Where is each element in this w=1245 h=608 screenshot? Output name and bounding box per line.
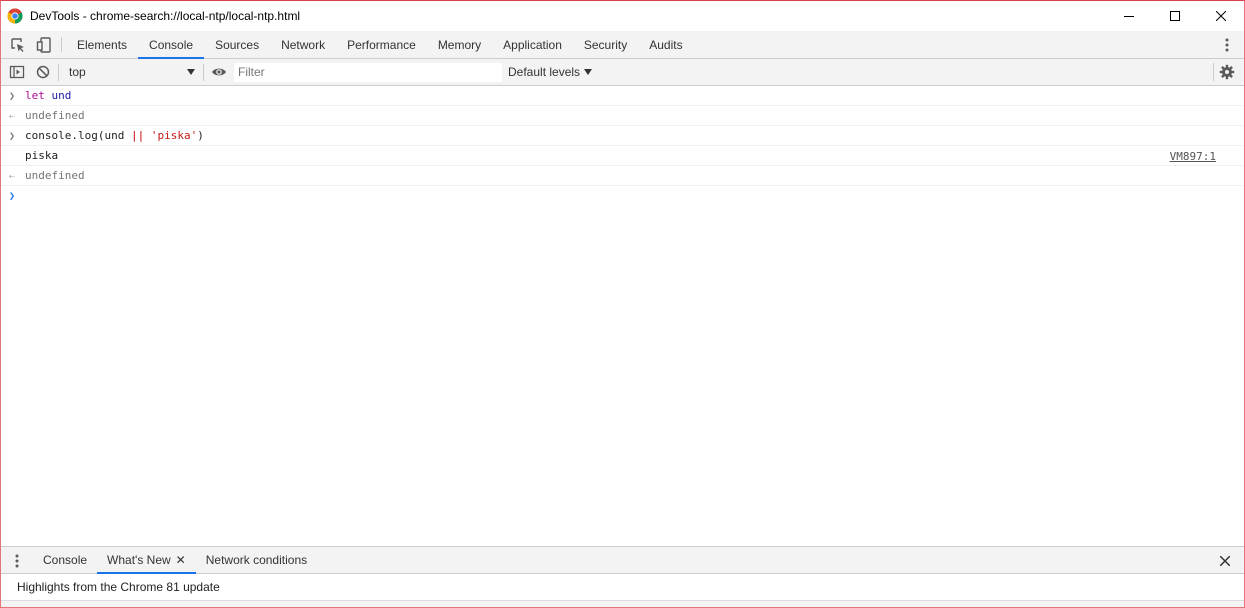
devtools-window: DevTools - chrome-search://local-ntp/loc…: [0, 0, 1245, 608]
console-prompt[interactable]: ❯: [1, 186, 1244, 206]
minimize-icon: [1124, 16, 1134, 17]
dropdown-arrow-icon: [584, 69, 593, 75]
inspect-element-icon: [11, 37, 24, 52]
code-token: und: [51, 89, 72, 102]
prompt-chevron-icon: ❯: [9, 190, 16, 202]
console-result-row: ⇠ undefined: [1, 166, 1244, 186]
tab-label: Audits: [649, 37, 683, 52]
code-token: 'piska': [150, 129, 198, 142]
close-window-button[interactable]: [1198, 1, 1244, 31]
console-toolbar: top Default levels: [1, 59, 1244, 86]
tab-memory[interactable]: Memory: [427, 31, 492, 58]
tab-label: Network: [281, 37, 326, 52]
console-result-row: ⇠ undefined: [1, 106, 1244, 126]
result-arrow-icon: ⇠: [9, 110, 16, 122]
close-tab-icon[interactable]: ✕: [176, 553, 186, 567]
log-levels-label: Default levels: [508, 65, 581, 79]
window-controls: [1106, 1, 1244, 31]
toolbar-divider: [61, 37, 62, 52]
clear-console-icon: [36, 65, 50, 79]
result-value: undefined: [25, 169, 85, 182]
context-value: top: [69, 65, 86, 79]
code-token: let: [25, 89, 45, 102]
input-chevron-icon: ❯: [9, 90, 16, 102]
tab-label: Console: [149, 37, 194, 52]
more-options-button[interactable]: [1214, 31, 1240, 58]
drawer-scroll-edge: [1, 600, 1244, 607]
code-token: ||: [130, 129, 145, 142]
show-sidebar-button[interactable]: [4, 59, 30, 86]
device-toggle-icon: [36, 36, 51, 53]
title-bar: DevTools - chrome-search://local-ntp/loc…: [1, 1, 1244, 31]
dropdown-arrow-icon: [187, 69, 195, 75]
tab-security[interactable]: Security: [573, 31, 638, 58]
maximize-button[interactable]: [1152, 1, 1198, 31]
console-log-row: piska VM897:1: [1, 146, 1244, 166]
maximize-icon: [1170, 11, 1180, 21]
log-text: piska: [25, 149, 59, 162]
close-icon: [1220, 555, 1230, 566]
device-toolbar-button[interactable]: [31, 31, 57, 58]
console-settings-button[interactable]: [1214, 59, 1240, 85]
drawer-menu-button[interactable]: [1, 547, 33, 574]
drawer-tab-console[interactable]: Console: [33, 547, 97, 573]
inspect-element-button[interactable]: [5, 31, 31, 58]
gear-icon: [1219, 64, 1235, 80]
toolbar-divider: [58, 63, 59, 81]
tab-console[interactable]: Console: [138, 31, 205, 59]
tab-network[interactable]: Network: [270, 31, 336, 58]
chrome-icon: [7, 8, 23, 24]
result-value: undefined: [25, 109, 85, 122]
console-input-row: ❯ console.log(und || 'piska'): [1, 126, 1244, 146]
context-selector[interactable]: top: [61, 62, 201, 82]
tab-label: Performance: [347, 37, 416, 52]
tab-label: Application: [503, 37, 562, 52]
code-token: ): [197, 129, 204, 142]
drawer-tab-network-conditions[interactable]: Network conditions: [196, 547, 317, 573]
log-levels-dropdown[interactable]: Default levels: [508, 65, 593, 79]
input-chevron-icon: ❯: [9, 130, 16, 142]
vertical-dots-icon: [15, 554, 19, 567]
tab-elements[interactable]: Elements: [66, 31, 138, 58]
close-icon: [1216, 11, 1226, 21]
vertical-dots-icon: [1225, 38, 1229, 51]
main-toolbar: Elements Console Sources Network Perform…: [1, 31, 1244, 59]
close-drawer-button[interactable]: [1212, 547, 1238, 574]
source-link[interactable]: VM897:1: [1170, 146, 1216, 166]
clear-console-button[interactable]: [30, 59, 56, 86]
filter-input[interactable]: [234, 62, 502, 82]
whats-new-headline: Highlights from the Chrome 81 update: [17, 580, 220, 594]
minimize-button[interactable]: [1106, 1, 1152, 31]
live-expression-button[interactable]: [206, 59, 232, 86]
code-token: console.log(und: [25, 129, 131, 142]
toolbar-divider: [203, 63, 204, 81]
tab-performance[interactable]: Performance: [336, 31, 427, 58]
tab-sources[interactable]: Sources: [204, 31, 270, 58]
result-arrow-icon: ⇠: [9, 170, 16, 182]
drawer-toolbar: Console What's New ✕ Network conditions: [1, 546, 1244, 574]
tab-label: Elements: [77, 37, 128, 52]
tab-label: Sources: [215, 37, 260, 52]
whats-new-panel: Highlights from the Chrome 81 update: [1, 574, 1244, 600]
sidebar-toggle-icon: [9, 65, 25, 79]
eye-icon: [212, 68, 226, 76]
window-title: DevTools - chrome-search://local-ntp/loc…: [30, 9, 301, 23]
tab-audits[interactable]: Audits: [638, 31, 693, 58]
console-output[interactable]: ❯ let und ⇠ undefined ❯ console.log(und …: [1, 86, 1244, 546]
tab-label: Memory: [437, 37, 482, 52]
drawer-tab-whats-new[interactable]: What's New ✕: [97, 547, 196, 574]
tab-application[interactable]: Application: [492, 31, 573, 58]
console-input-row: ❯ let und: [1, 86, 1244, 106]
tab-label: Security: [583, 37, 628, 52]
drawer-tab-label: Console: [43, 553, 88, 567]
drawer-tab-label: Network conditions: [205, 553, 308, 567]
drawer-tab-label: What's New: [107, 553, 171, 567]
